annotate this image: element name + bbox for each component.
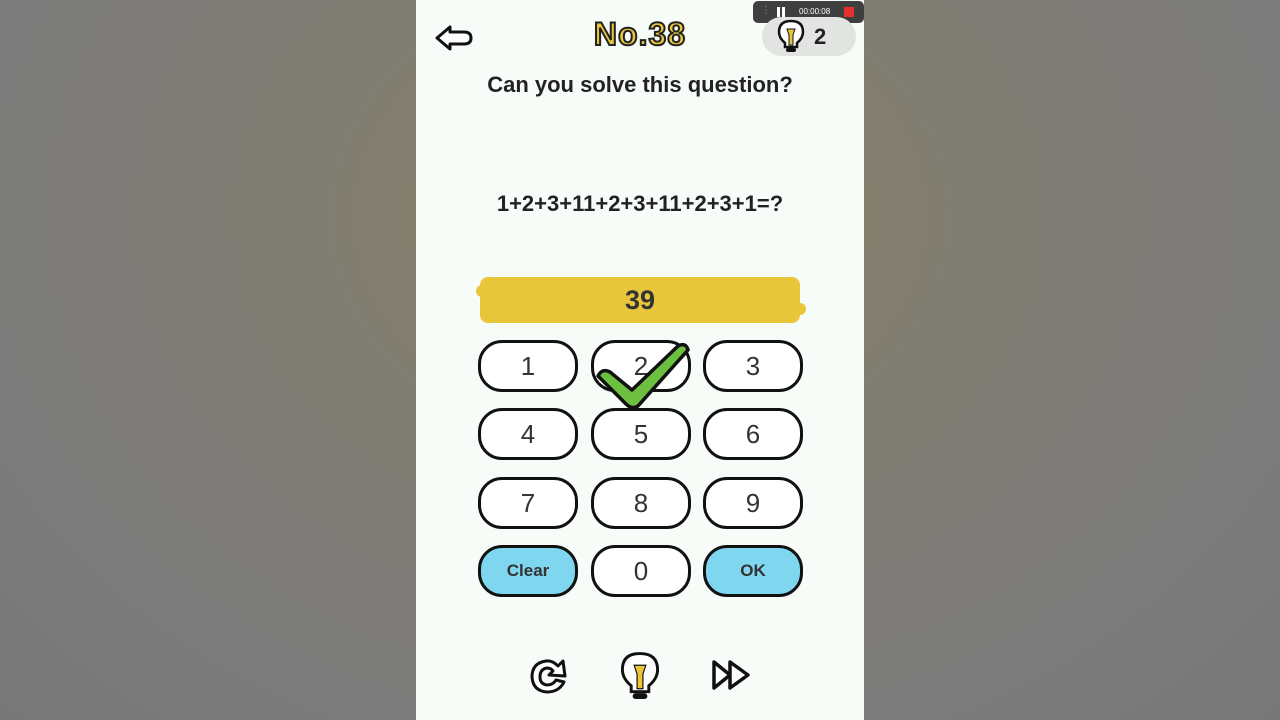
- restart-icon[interactable]: [528, 656, 570, 696]
- question-prompt: Can you solve this question?: [487, 72, 793, 97]
- key-7[interactable]: 7: [478, 477, 578, 529]
- hint-counter[interactable]: 2: [762, 17, 856, 56]
- skip-icon[interactable]: [710, 657, 752, 693]
- lightbulb-icon: [777, 19, 805, 52]
- ok-button[interactable]: OK: [703, 545, 803, 597]
- recorder-time: 00:00:08: [799, 7, 831, 16]
- key-8[interactable]: 8: [591, 477, 691, 529]
- key-6[interactable]: 6: [703, 408, 803, 460]
- hint-icon[interactable]: [618, 649, 662, 705]
- key-9[interactable]: 9: [703, 477, 803, 529]
- key-3[interactable]: 3: [703, 340, 803, 392]
- key-4[interactable]: 4: [478, 408, 578, 460]
- answer-display: 39: [476, 277, 806, 323]
- more-icon[interactable]: ⋮: [761, 5, 771, 16]
- check-icon: [596, 342, 690, 410]
- game-screen: ⋮ 00:00:08 No.38 2 Can you solve this qu…: [416, 0, 864, 720]
- key-0[interactable]: 0: [591, 545, 691, 597]
- clear-button[interactable]: Clear: [478, 545, 578, 597]
- key-1[interactable]: 1: [478, 340, 578, 392]
- math-question: 1+2+3+11+2+3+11+2+3+1=?: [496, 191, 784, 216]
- hint-count: 2: [814, 24, 827, 49]
- key-5[interactable]: 5: [591, 408, 691, 460]
